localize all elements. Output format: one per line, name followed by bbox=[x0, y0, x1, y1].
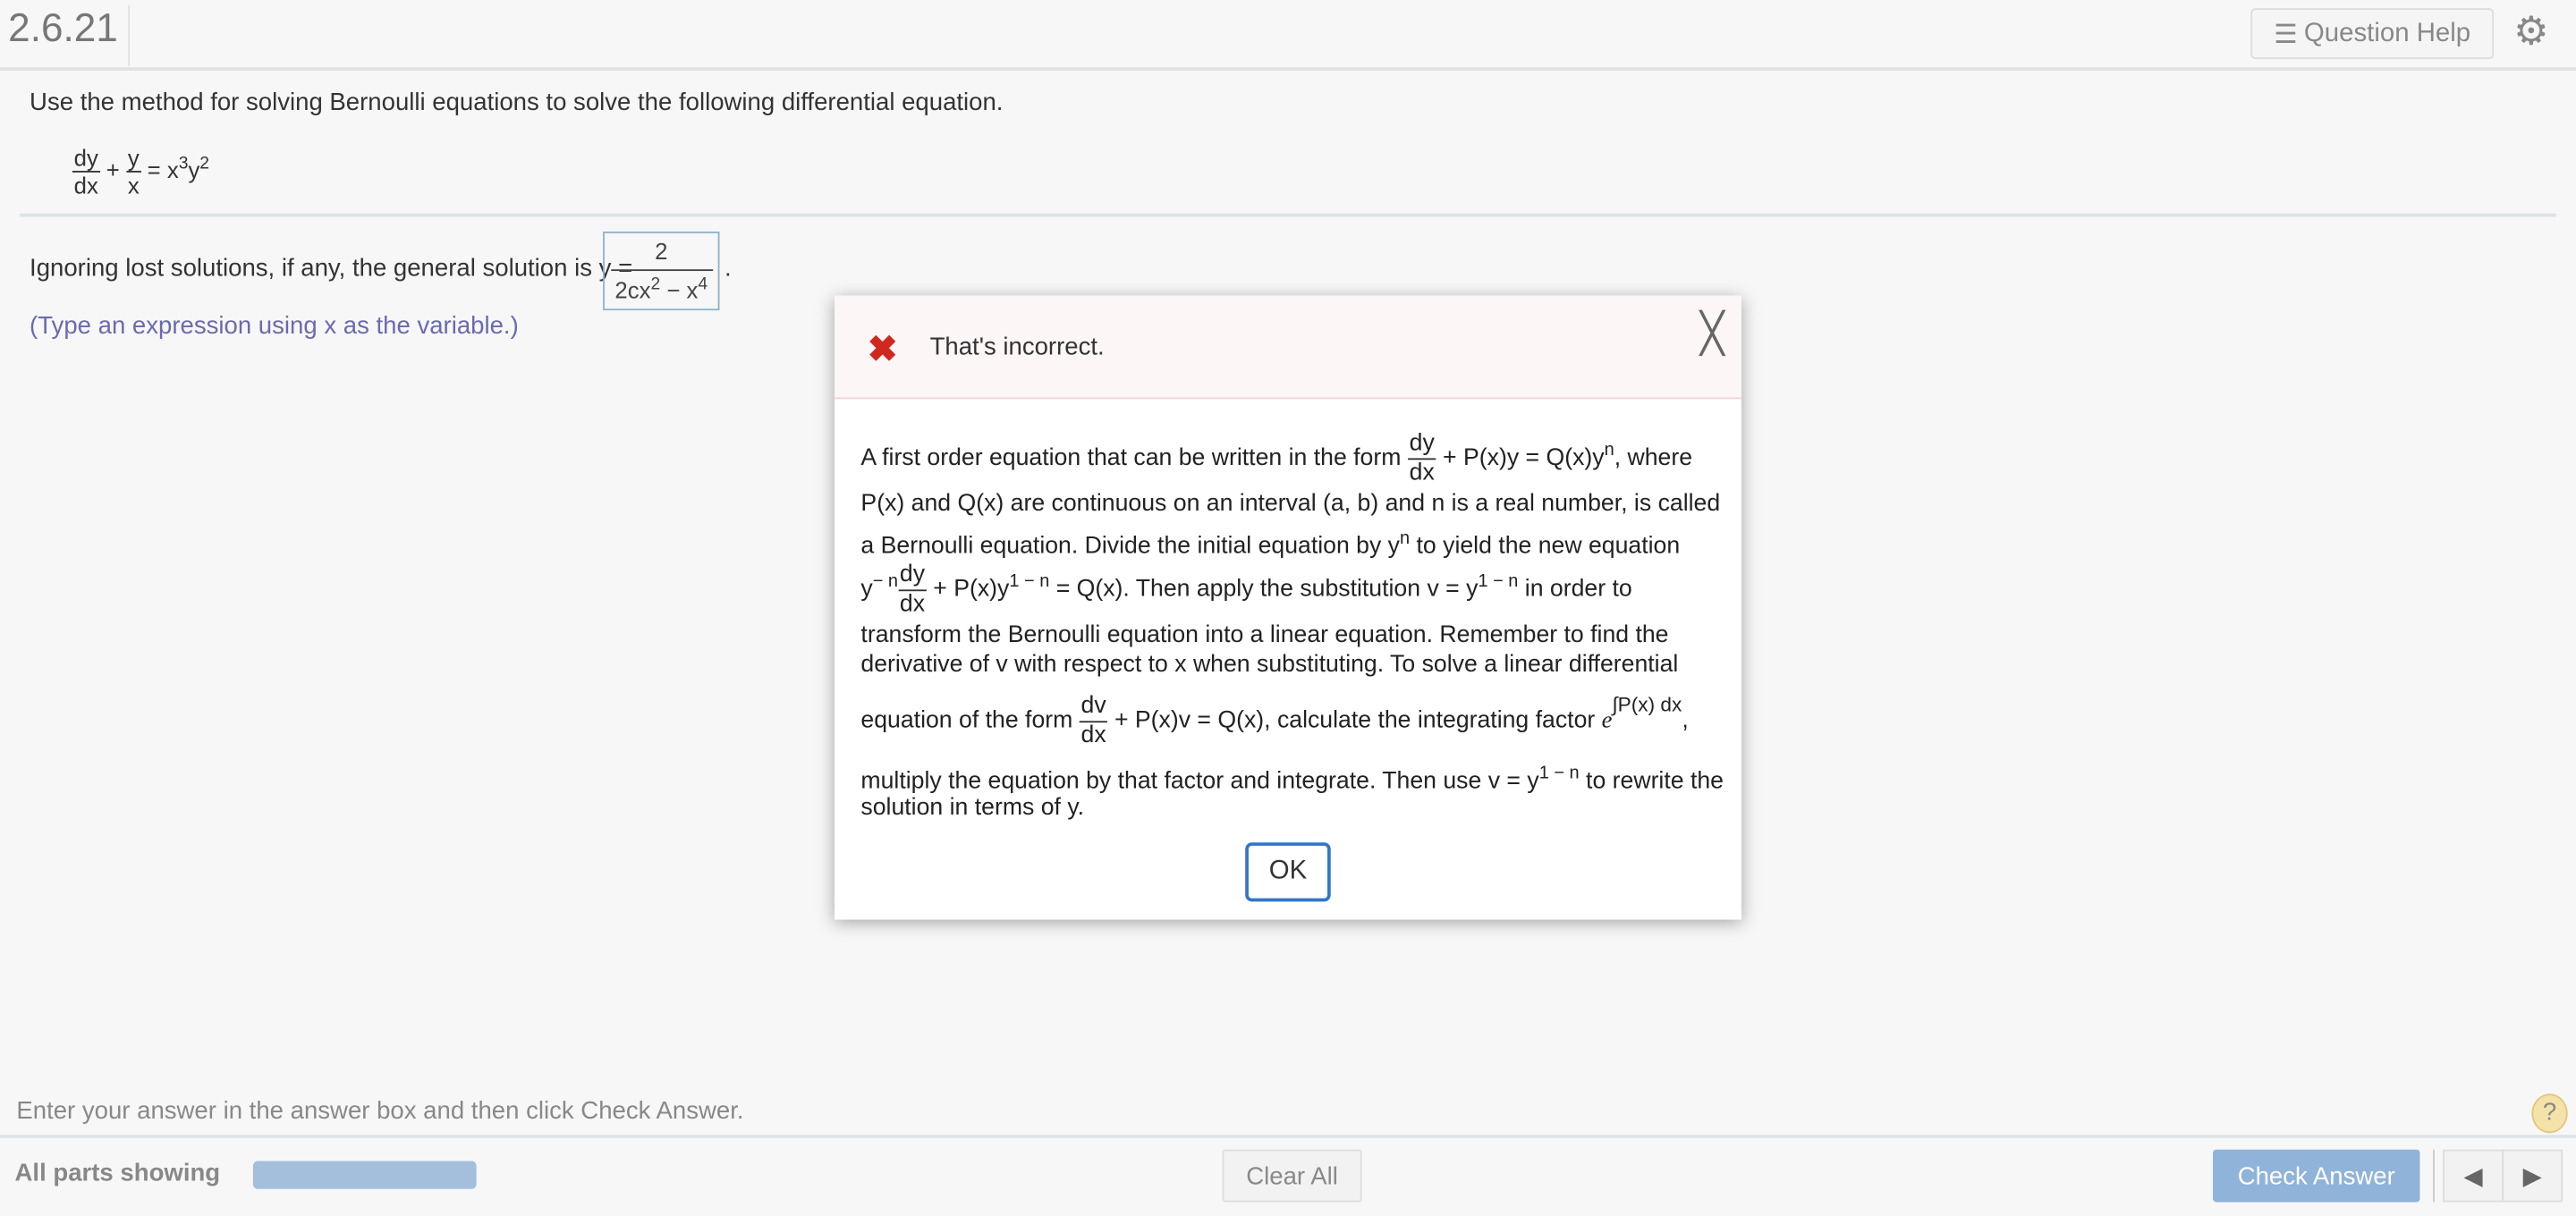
frac-den: dx bbox=[1409, 459, 1435, 486]
eq-exp: 2 bbox=[199, 153, 210, 174]
close-icon[interactable]: ╳ bbox=[1700, 315, 1724, 354]
question-help-button[interactable]: ☰ Question Help bbox=[2250, 8, 2495, 60]
dialog-header: ✖ That's incorrect. ╳ bbox=[835, 295, 1741, 400]
denominator-text: − x bbox=[660, 277, 699, 304]
text: + P(x)v = Q(x), calculate the integratin… bbox=[1107, 707, 1602, 735]
exp: 2 bbox=[650, 274, 661, 295]
frac-num: dv bbox=[1079, 693, 1108, 722]
divider bbox=[2433, 1149, 2435, 1203]
answer-numerator: 2 bbox=[610, 239, 713, 272]
period: . bbox=[724, 254, 732, 283]
progress-bar bbox=[252, 1161, 477, 1189]
dialog-line: equation of the form dv dx + P(x)v = Q(x)… bbox=[860, 693, 1688, 749]
page: 2.6.21 ☰ Question Help ⚙ Use the method … bbox=[0, 0, 2576, 1215]
text: = Q(x). Then apply the substitution v = … bbox=[1049, 576, 1479, 604]
dialog-line: transform the Bernoulli equation into a … bbox=[860, 622, 1669, 649]
answer-prompt: Ignoring lost solutions, if any, the gen… bbox=[30, 254, 633, 283]
footer-message: Enter your answer in the answer box and … bbox=[16, 1096, 744, 1126]
dialog-status: That's incorrect. bbox=[929, 333, 1105, 362]
eq-den: dx bbox=[73, 173, 98, 199]
answer-box[interactable]: 2 2cx2 − x4 bbox=[603, 231, 720, 311]
hint-text: (Type an expression using x as the varia… bbox=[30, 311, 519, 341]
text: in order to bbox=[1518, 576, 1632, 604]
text: multiply the equation by that factor and… bbox=[860, 768, 1539, 795]
exp: ∫P(x) dx bbox=[1612, 693, 1682, 717]
text: + P(x)y = Q(x)y bbox=[1436, 444, 1605, 472]
text: to yield the new equation bbox=[1410, 533, 1681, 560]
text: , where bbox=[1614, 444, 1693, 472]
help-icon[interactable]: ? bbox=[2531, 1094, 2568, 1134]
dialog-line: derivative of v with respect to x when s… bbox=[860, 652, 1679, 679]
denominator-text: 2cx bbox=[614, 277, 651, 304]
answer-denominator: 2cx2 − x4 bbox=[614, 271, 708, 303]
ok-button[interactable]: OK bbox=[1245, 842, 1331, 902]
frac-num: dy bbox=[898, 562, 927, 591]
exp: 1 − n bbox=[1538, 764, 1580, 784]
text: , bbox=[1682, 707, 1689, 735]
incorrect-x-icon: ✖ bbox=[867, 328, 898, 370]
footer-divider bbox=[0, 1135, 2576, 1138]
eq-rhs: = x bbox=[147, 156, 179, 183]
text: A first order equation that can be writt… bbox=[860, 444, 1408, 472]
dialog-line: P(x) and Q(x) are continuous on an inter… bbox=[860, 491, 1721, 518]
equation: dy dx + yx = x3y2 bbox=[72, 145, 209, 199]
divider bbox=[20, 213, 2556, 217]
eq-y: y bbox=[188, 156, 200, 183]
exp: 1 − n bbox=[1478, 571, 1519, 592]
exp: n bbox=[1400, 528, 1411, 549]
dialog-line: solution in terms of y. bbox=[860, 794, 1085, 822]
question-number: 2.6.21 bbox=[8, 6, 118, 51]
exp: n bbox=[1604, 440, 1614, 460]
text: + P(x)y bbox=[926, 576, 1010, 604]
next-button[interactable]: ▶ bbox=[2502, 1149, 2563, 1203]
divider bbox=[128, 4, 131, 66]
list-icon: ☰ bbox=[2274, 20, 2298, 49]
dialog-line: A first order equation that can be writt… bbox=[860, 430, 1692, 486]
text: e bbox=[1601, 707, 1613, 735]
dialog-line: multiply the equation by that factor and… bbox=[860, 764, 1724, 795]
frac-num: dy bbox=[1407, 430, 1436, 460]
exp: − n bbox=[872, 571, 899, 592]
check-answer-button[interactable]: Check Answer bbox=[2213, 1149, 2420, 1203]
instruction: Use the method for solving Bernoulli equ… bbox=[30, 89, 1004, 117]
parts-label: All parts showing bbox=[14, 1159, 221, 1187]
exp: 4 bbox=[698, 274, 708, 295]
eq-den: x bbox=[127, 173, 140, 199]
header-divider bbox=[0, 67, 2576, 71]
text: y bbox=[860, 576, 873, 604]
dialog-line: y− n dy dx + P(x)y1 − n = Q(x). Then apply… bbox=[860, 562, 1631, 618]
text: equation of the form bbox=[860, 707, 1080, 735]
previous-button[interactable]: ◀ bbox=[2443, 1149, 2504, 1203]
clear-all-button[interactable]: Clear All bbox=[1222, 1149, 1362, 1203]
dialog-line: a Bernoulli equation. Divide the initial… bbox=[860, 528, 1680, 560]
text: to rewrite the bbox=[1579, 768, 1724, 795]
eq-exp: 3 bbox=[178, 153, 189, 174]
eq-num: y bbox=[125, 145, 141, 173]
eq-plus: + bbox=[106, 156, 120, 183]
frac-den: dx bbox=[899, 590, 926, 617]
eq-num: dy bbox=[72, 145, 100, 173]
frac-den: dx bbox=[1080, 722, 1106, 748]
question-help-label: Question Help bbox=[2303, 19, 2471, 47]
exp: 1 − n bbox=[1009, 571, 1050, 592]
feedback-dialog: ✖ That's incorrect. ╳ A first order equa… bbox=[835, 295, 1741, 920]
gear-icon[interactable]: ⚙ bbox=[2513, 13, 2549, 53]
text: a Bernoulli equation. Divide the initial… bbox=[860, 533, 1401, 560]
